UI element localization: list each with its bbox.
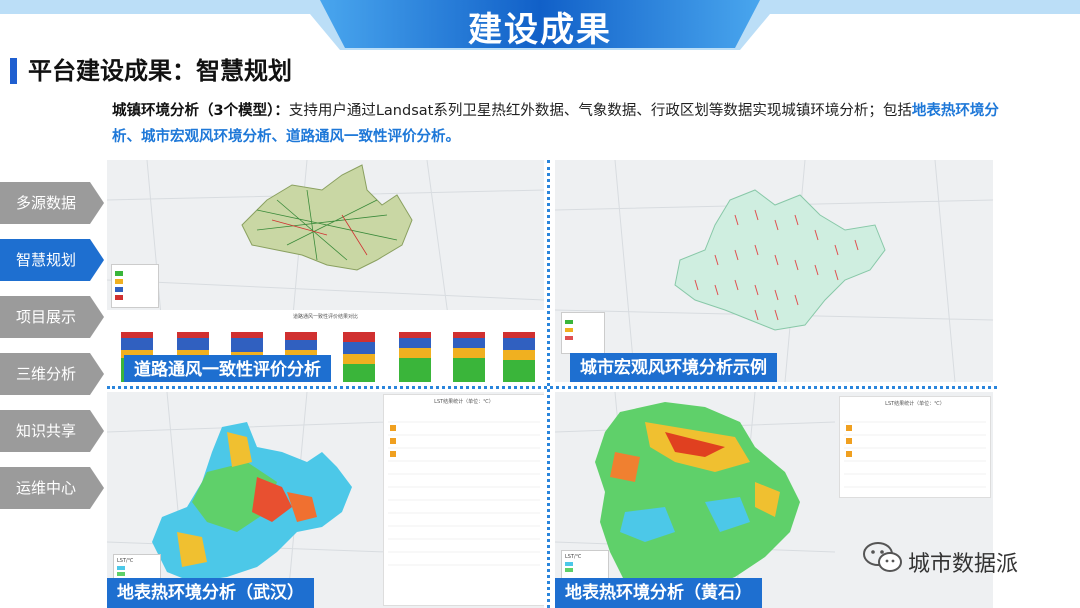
nav-item-project-showcase[interactable]: 项目展示 [0,296,104,338]
map-legend [111,264,159,308]
road-ventilation-caption: 道路通风一致性评价分析 [124,355,331,382]
wind-environment-caption: 城市宏观风环境分析示例 [570,353,777,382]
nav-item-label: 三维分析 [15,365,76,383]
watermark-text: 城市数据派 [908,552,1019,577]
panel-divider-horizontal [107,386,997,389]
legend-title: LST/℃ [117,558,134,564]
nav-item-smart-planning[interactable]: 智慧规划 [0,239,104,281]
road-ventilation-panel: 道路通风一致性评价结果对比 道路通风一致性评价分析 [107,160,544,382]
section-accent-bar [10,58,17,84]
nav-item-ops-center[interactable]: 运维中心 [0,467,104,509]
description-lead: 城镇环境分析（3个模型）： [112,103,289,119]
nav-item-knowledge-sharing[interactable]: 知识共享 [0,410,104,452]
description-paragraph: 城镇环境分析（3个模型）：支持用户通过Landsat系列卫星热红外数据、气象数据… [112,98,1012,150]
table-title: LST结果统计（单位：℃） [434,399,494,405]
legend-title: LST/℃ [565,554,582,560]
nav-item-label: 运维中心 [15,479,76,497]
nav-item-multisource-data[interactable]: 多源数据 [0,182,104,224]
wuhan-heat-panel: LST/℃ LST结果统计（单位：℃） 地表热环境分析（武汉） [107,392,544,608]
lst-statistics-table: LST结果统计（单位：℃） [383,394,544,606]
wind-environment-map [555,160,993,382]
lst-statistics-table: LST结果统计（单位：℃） [839,396,991,498]
page-title: 建设成果 [468,10,612,50]
nav-item-label: 多源数据 [15,194,76,212]
wind-environment-panel: 城市宏观风环境分析示例 [555,160,993,382]
section-title: 平台建设成果：智慧规划 [28,57,292,85]
nav-item-label: 知识共享 [15,422,76,440]
nav-item-3d-analysis[interactable]: 三维分析 [0,353,104,395]
map-legend [561,312,605,354]
panel-divider-vertical [547,160,550,608]
description-body: 支持用户通过Landsat系列卫星热红外数据、气象数据、行政区划等数据实现城镇环… [288,103,912,119]
wuhan-heat-caption: 地表热环境分析（武汉） [107,578,314,608]
huangshi-heat-caption: 地表热环境分析（黄石） [555,578,762,608]
wechat-icon [863,542,902,572]
table-rows [844,421,986,488]
nav-item-label: 项目展示 [15,308,76,326]
nav-item-label: 智慧规划 [15,251,76,269]
table-title: LST结果统计（单位：℃） [885,401,945,407]
table-rows [388,421,540,566]
